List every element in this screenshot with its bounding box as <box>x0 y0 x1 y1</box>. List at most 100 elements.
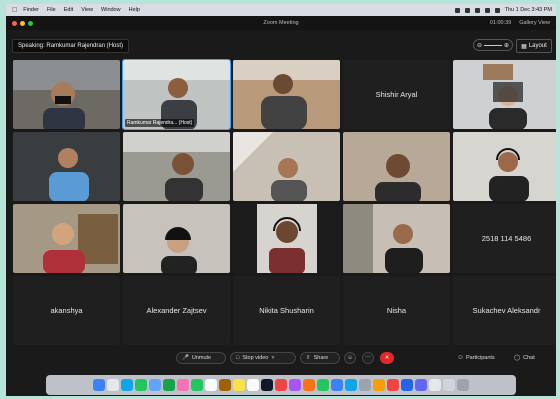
share-button[interactable]: ⇧ Share <box>300 352 340 364</box>
share-label: Share <box>313 355 329 361</box>
participants-button[interactable]: ⚇ Participants <box>458 352 495 364</box>
end-meeting-button[interactable]: ✕ <box>380 352 394 364</box>
menu-window[interactable]: Window <box>101 7 121 13</box>
calendar-icon[interactable] <box>205 379 217 391</box>
menu-file[interactable]: File <box>47 7 56 13</box>
smiley-icon: ☺ <box>347 355 353 361</box>
launchpad-icon[interactable] <box>107 379 119 391</box>
zoom-out-icon[interactable]: ⊖ <box>477 42 482 49</box>
reactions-button[interactable]: ☺ <box>344 352 356 364</box>
contacts-icon[interactable] <box>219 379 231 391</box>
notes-icon[interactable] <box>233 379 245 391</box>
participant-video <box>257 204 317 273</box>
participant-name-label: Ramkumar Rajendra... (Host) <box>125 119 195 127</box>
participant-video <box>483 64 527 129</box>
battery-icon[interactable] <box>464 7 470 13</box>
more-button[interactable]: ⋯ <box>362 352 374 364</box>
participant-name: Sukachev Aleksandr <box>472 306 541 315</box>
participant-tile[interactable] <box>453 132 556 201</box>
participant-tile[interactable]: Ramkumar Rajendra... (Host) <box>122 59 231 130</box>
chrome-icon[interactable] <box>373 379 385 391</box>
menu-finder[interactable]: Finder <box>23 7 39 13</box>
messages-icon[interactable] <box>135 379 147 391</box>
safari-icon[interactable] <box>121 379 133 391</box>
gallery-size-slider[interactable]: ⊖ ⊕ <box>473 39 513 51</box>
zoom-icon[interactable] <box>401 379 413 391</box>
preview-icon[interactable] <box>429 379 441 391</box>
participant-tile[interactable]: Nikita Shusharin <box>233 276 340 345</box>
unmute-label: Unmute <box>191 355 212 361</box>
app-icon[interactable] <box>387 379 399 391</box>
teams-icon[interactable] <box>415 379 427 391</box>
finder-icon[interactable] <box>93 379 105 391</box>
participant-name: 2518 114 5486 <box>481 234 532 243</box>
mac-dock <box>46 375 516 395</box>
menu-view[interactable]: View <box>81 7 93 13</box>
chevron-down-icon[interactable]: ˅ <box>271 355 274 361</box>
participant-tile[interactable] <box>453 60 556 129</box>
speaking-indicator: Speaking: Ramkumar Rajendran (Host) <box>12 39 130 53</box>
participant-tile[interactable]: Sukachev Aleksandr <box>453 276 556 345</box>
stop-video-button[interactable]: □ Stop video ˅ <box>230 352 296 364</box>
chat-button[interactable]: ◯ Chat <box>514 352 535 364</box>
participant-video <box>13 132 120 201</box>
layout-label: Layout <box>528 43 547 49</box>
participants-icon: ⚇ <box>458 355 463 361</box>
participant-tile[interactable]: Alexander Zajtsev <box>123 276 230 345</box>
menu-help[interactable]: Help <box>129 7 140 13</box>
menu-edit[interactable]: Edit <box>64 7 73 13</box>
app-store-icon[interactable] <box>345 379 357 391</box>
podcasts-icon[interactable] <box>289 379 301 391</box>
zoom-in-icon[interactable]: ⊕ <box>504 42 509 49</box>
mac-menubar:  Finder File Edit View Window Help Thu … <box>6 4 556 16</box>
chat-label: Chat <box>523 355 535 361</box>
stop-video-label: Stop video <box>242 355 269 361</box>
menubar-clock[interactable]: Thu 1 Dec 3:43 PM <box>505 7 552 13</box>
search-icon[interactable] <box>484 7 490 13</box>
participant-tile[interactable]: akanshya <box>13 276 120 345</box>
participant-video <box>343 204 423 273</box>
participant-tile[interactable] <box>233 132 340 201</box>
unmute-button[interactable]: 🎤 Unmute <box>176 352 226 364</box>
trash-icon[interactable] <box>457 379 469 391</box>
meeting-timer: 01:00:39 <box>489 20 512 26</box>
apple-icon[interactable]:  <box>12 7 17 14</box>
participant-tile[interactable]: Nisha <box>343 276 450 345</box>
keynote-icon[interactable] <box>331 379 343 391</box>
status-icon[interactable] <box>454 7 460 13</box>
facetime-icon[interactable] <box>191 379 203 391</box>
participant-video <box>43 214 118 273</box>
tv-icon[interactable] <box>261 379 273 391</box>
participant-tile[interactable]: 2518 114 5486 <box>453 204 556 273</box>
pages-icon[interactable] <box>303 379 315 391</box>
window-title: Zoom Meeting <box>263 20 299 26</box>
reminders-icon[interactable] <box>247 379 259 391</box>
participant-tile[interactable] <box>123 132 230 201</box>
wifi-icon[interactable] <box>474 7 480 13</box>
participant-tile[interactable] <box>343 204 450 273</box>
participant-tile[interactable] <box>13 132 120 201</box>
control-center-icon[interactable] <box>494 7 500 13</box>
participant-tile[interactable] <box>13 204 120 273</box>
music-icon[interactable] <box>275 379 287 391</box>
view-toggle[interactable]: Gallery View <box>519 20 550 26</box>
layout-button[interactable]: ▦ Layout <box>516 39 552 53</box>
window-titlebar: Zoom Meeting 01:00:39 Gallery View <box>6 16 556 30</box>
participants-label: Participants <box>465 355 495 361</box>
settings-icon[interactable] <box>359 379 371 391</box>
numbers-icon[interactable] <box>317 379 329 391</box>
participant-tile[interactable] <box>13 60 120 129</box>
mail-icon[interactable] <box>149 379 161 391</box>
share-screen-icon: ⇧ <box>306 355 311 361</box>
photos-icon[interactable] <box>177 379 189 391</box>
meeting-controls: 🎤 Unmute □ Stop video ˅ ⇧ Share ☺ ⋯ ✕ ⚇ … <box>6 348 556 368</box>
participant-video <box>489 148 529 201</box>
participant-video <box>13 60 120 129</box>
participant-tile[interactable]: Shishir Aryal <box>343 60 450 129</box>
participant-tile[interactable] <box>233 204 340 273</box>
participant-tile[interactable] <box>343 132 450 201</box>
downloads-icon[interactable] <box>443 379 455 391</box>
participant-tile[interactable] <box>123 204 230 273</box>
maps-icon[interactable] <box>163 379 175 391</box>
participant-tile[interactable] <box>233 60 340 129</box>
